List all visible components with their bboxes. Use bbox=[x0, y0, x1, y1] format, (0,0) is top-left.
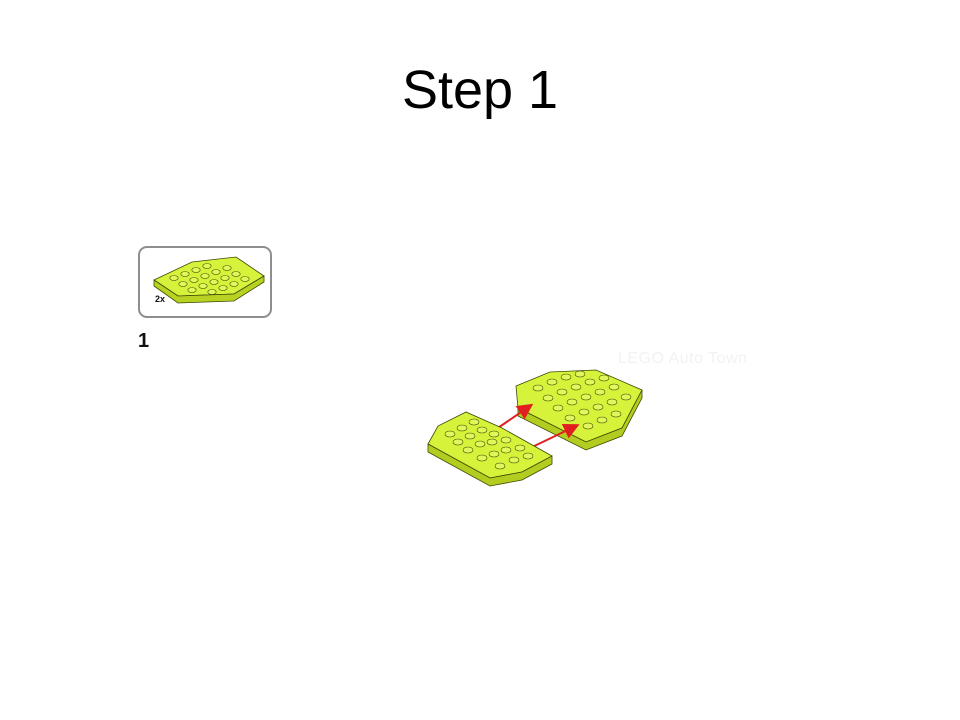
parts-quantity-label: 2x bbox=[155, 294, 166, 304]
two-wedge-plates-joining-icon bbox=[427, 369, 643, 487]
wedge-plate-callout-icon bbox=[153, 256, 265, 304]
assembly-illustration bbox=[410, 360, 670, 495]
step-number: 1 bbox=[138, 330, 150, 352]
parts-callout-box: 2x bbox=[138, 246, 272, 318]
slide-title: Step 1 bbox=[401, 60, 559, 120]
right-wedge-plate-icon bbox=[515, 369, 643, 451]
